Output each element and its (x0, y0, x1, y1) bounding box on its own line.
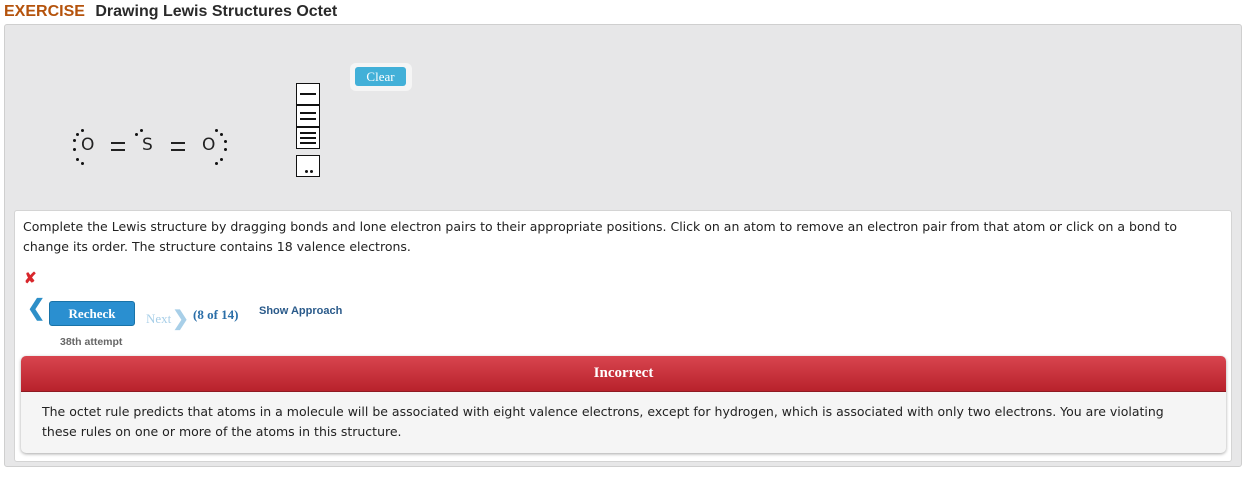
instructions-text: Complete the Lewis structure by dragging… (23, 219, 1178, 254)
lone-pair-dot (135, 133, 138, 136)
lone-pair-dot (73, 139, 76, 142)
chevron-right-icon: ❯ (172, 308, 190, 330)
lone-pair-dot (224, 140, 227, 143)
lone-pair-dot (81, 162, 84, 165)
double-bond-icon[interactable] (296, 105, 320, 127)
lone-pair-dot (224, 148, 227, 151)
question-progress: (8 of 14) (193, 307, 239, 322)
exercise-label: EXERCISE (4, 3, 85, 20)
triple-bond-icon[interactable] (296, 127, 320, 149)
previous-arrow-icon[interactable]: ❮ (27, 297, 45, 319)
feedback-title: Incorrect (21, 356, 1226, 392)
clear-button-container: Clear (350, 63, 412, 91)
lone-pair-dot (73, 148, 76, 151)
single-bond-icon[interactable] (296, 83, 320, 105)
incorrect-x-icon: ✘ (24, 270, 37, 287)
show-approach-link[interactable]: Show Approach (259, 305, 342, 317)
bond-palette (296, 83, 324, 177)
recheck-button[interactable]: Recheck (49, 301, 135, 326)
lewis-structure-canvas[interactable]: O S O (65, 125, 245, 167)
lone-pair-icon[interactable] (296, 155, 320, 177)
lone-pair-dot (76, 133, 79, 136)
double-bond-left[interactable] (111, 142, 125, 151)
exercise-title: Drawing Lewis Structures Octet (95, 3, 338, 20)
lone-pair-dot (140, 129, 143, 132)
feedback-message: The octet rule predicts that atoms in a … (42, 404, 1164, 439)
lone-pair-dot (76, 158, 79, 161)
lone-pair-dot (215, 162, 218, 165)
exercise-header: EXERCISE Drawing Lewis Structures Octet (4, 3, 337, 25)
double-bond-right[interactable] (171, 142, 185, 151)
clear-button[interactable]: Clear (355, 67, 406, 86)
lone-pair-dot (220, 133, 223, 136)
lone-pair-dot (215, 129, 218, 132)
feedback-box: Incorrect The octet rule predicts that a… (21, 356, 1226, 453)
attempt-count: 38th attempt (60, 336, 123, 348)
next-link[interactable]: Next❯ (146, 304, 190, 330)
question-panel: Complete the Lewis structure by dragging… (14, 210, 1232, 462)
lone-pair-dot (81, 129, 84, 132)
lone-pair-dot (220, 158, 223, 161)
